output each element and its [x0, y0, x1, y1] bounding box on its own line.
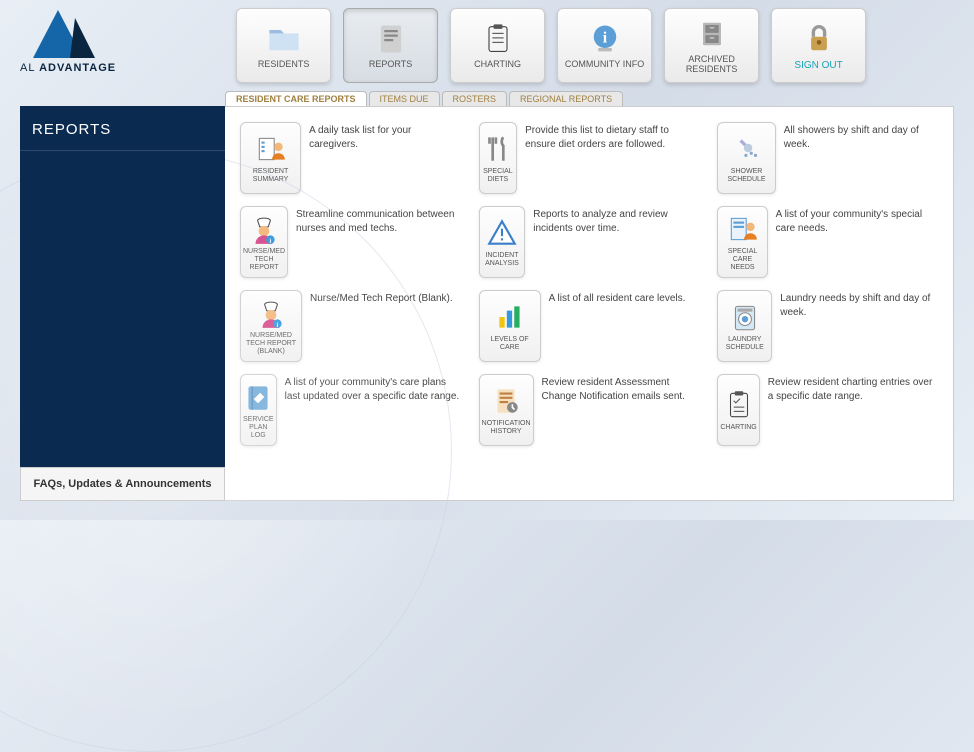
- report-item: SPECIAL CARE NEEDS A list of your commun…: [717, 206, 938, 278]
- panel: RESIDENT SUMMARY A daily task list for y…: [225, 106, 954, 501]
- tile-label: SPECIAL CARE NEEDS: [718, 248, 766, 271]
- logo: AL ADVANTAGE: [20, 8, 116, 74]
- tile-incident-analysis[interactable]: INCIDENT ANALYSIS: [479, 206, 526, 278]
- tile-label: NURSE/MED TECH REPORT: [241, 248, 287, 271]
- nav-archived-residents[interactable]: ARCHIVED RESIDENTS: [664, 8, 759, 83]
- tile-special-care-needs[interactable]: SPECIAL CARE NEEDS: [717, 206, 767, 278]
- tile-service-plan-log[interactable]: SERVICE PLAN LOG: [240, 374, 277, 446]
- report-item: LEVELS OF CARE A list of all resident ca…: [479, 290, 700, 362]
- tile-label: SERVICE PLAN LOG: [241, 416, 276, 439]
- report-desc: A list of your community's special care …: [776, 206, 938, 235]
- tile-levels-of-care[interactable]: LEVELS OF CARE: [479, 290, 541, 362]
- logo-mark-icon: [33, 8, 103, 58]
- report-desc: A list of your community's care plans la…: [285, 374, 461, 403]
- info-icon: i: [586, 21, 624, 57]
- cutlery-icon: [481, 132, 515, 166]
- report-item: INCIDENT ANALYSIS Reports to analyze and…: [479, 206, 700, 278]
- tile-resident-summary[interactable]: RESIDENT SUMMARY: [240, 122, 301, 194]
- report-item: RESIDENT SUMMARY A daily task list for y…: [240, 122, 461, 194]
- lock-icon: [800, 21, 838, 57]
- nav-charting[interactable]: CHARTING: [450, 8, 545, 83]
- nav-label: COMMUNITY INFO: [565, 60, 644, 70]
- nav-sign-out[interactable]: SIGN OUT: [771, 8, 866, 83]
- report-item: LAUNDRY SCHEDULE Laundry needs by shift …: [717, 290, 938, 362]
- report-desc: Review resident Assessment Change Notifi…: [542, 374, 700, 403]
- bar-chart-icon: [493, 300, 527, 334]
- nav-label: CHARTING: [474, 60, 521, 70]
- tile-label: LEVELS OF CARE: [480, 336, 540, 351]
- tile-label: INCIDENT ANALYSIS: [480, 252, 525, 267]
- svg-text:i: i: [269, 238, 271, 245]
- nav-label: RESIDENTS: [258, 60, 310, 70]
- tile-nurse-med-tech-report-blank[interactable]: i NURSE/MED TECH REPORT (BLANK): [240, 290, 302, 362]
- report-desc: Nurse/Med Tech Report (Blank).: [310, 290, 453, 306]
- content: REPORTS FAQs, Updates & Announcements RE…: [20, 106, 954, 501]
- nav-reports[interactable]: REPORTS: [343, 8, 438, 83]
- nav-residents[interactable]: RESIDENTS: [236, 8, 331, 83]
- header: AL ADVANTAGE RESIDENTS REPORTS CHARTING …: [0, 0, 974, 83]
- nav-label: REPORTS: [369, 60, 412, 70]
- tile-nurse-med-tech-report[interactable]: i NURSE/MED TECH REPORT: [240, 206, 288, 278]
- report-item: i NURSE/MED TECH REPORT Streamline commu…: [240, 206, 461, 278]
- nurse-icon: i: [254, 296, 288, 330]
- tile-notification-history[interactable]: NOTIFICATION HISTORY: [479, 374, 534, 446]
- tile-label: SHOWER SCHEDULE: [718, 168, 774, 183]
- tile-label: NOTIFICATION HISTORY: [480, 420, 533, 435]
- notebook-icon: [241, 380, 275, 414]
- tile-shower-schedule[interactable]: SHOWER SCHEDULE: [717, 122, 775, 194]
- clipboard-icon: [479, 21, 517, 57]
- report-item: CHARTING Review resident charting entrie…: [717, 374, 938, 446]
- report-desc: Streamline communication between nurses …: [296, 206, 461, 235]
- tile-special-diets[interactable]: SPECIAL DIETS: [479, 122, 517, 194]
- tile-label: CHARTING: [718, 424, 758, 432]
- sidebar-faqs-link[interactable]: FAQs, Updates & Announcements: [20, 467, 225, 501]
- svg-text:i: i: [602, 29, 607, 46]
- report-desc: All showers by shift and day of week.: [784, 122, 938, 151]
- nav-label: SIGN OUT: [794, 60, 842, 71]
- logo-text: AL ADVANTAGE: [20, 62, 116, 74]
- tile-label: LAUNDRY SCHEDULE: [718, 336, 771, 351]
- report-item: SHOWER SCHEDULE All showers by shift and…: [717, 122, 938, 194]
- tile-label: NURSE/MED TECH REPORT (BLANK): [241, 332, 301, 355]
- nav-label: ARCHIVED RESIDENTS: [665, 55, 758, 75]
- tile-label: SPECIAL DIETS: [480, 168, 516, 183]
- report-item: i NURSE/MED TECH REPORT (BLANK) Nurse/Me…: [240, 290, 461, 362]
- report-desc: A daily task list for your caregivers.: [309, 122, 461, 151]
- document-icon: [372, 21, 410, 57]
- folder-icon: [265, 21, 303, 57]
- clipboard-check-icon: [722, 388, 756, 422]
- tile-laundry-schedule[interactable]: LAUNDRY SCHEDULE: [717, 290, 772, 362]
- resident-summary-icon: [254, 132, 288, 166]
- washer-icon: [728, 300, 762, 334]
- svg-text:i: i: [276, 322, 278, 329]
- nav-community-info[interactable]: i COMMUNITY INFO: [557, 8, 652, 83]
- tab-rosters[interactable]: ROSTERS: [442, 91, 508, 106]
- shower-icon: [730, 132, 764, 166]
- warning-icon: [485, 216, 519, 250]
- report-desc: Laundry needs by shift and day of week.: [780, 290, 938, 319]
- sidebar-title: REPORTS: [20, 106, 225, 151]
- report-desc: Provide this list to dietary staff to en…: [525, 122, 699, 151]
- report-desc: Review resident charting entries over a …: [768, 374, 938, 403]
- file-cabinet-icon: [693, 16, 731, 52]
- history-doc-icon: [489, 384, 523, 418]
- tab-regional-reports[interactable]: REGIONAL REPORTS: [509, 91, 623, 106]
- report-item: SPECIAL DIETS Provide this list to dieta…: [479, 122, 700, 194]
- tile-label: RESIDENT SUMMARY: [241, 168, 300, 183]
- tab-resident-care-reports[interactable]: RESIDENT CARE REPORTS: [225, 91, 367, 106]
- report-item: NOTIFICATION HISTORY Review resident Ass…: [479, 374, 700, 446]
- nurse-icon: i: [247, 212, 281, 246]
- report-desc: Reports to analyze and review incidents …: [533, 206, 699, 235]
- care-list-icon: [726, 212, 760, 246]
- report-grid: RESIDENT SUMMARY A daily task list for y…: [240, 122, 938, 446]
- tabs: RESIDENT CARE REPORTS ITEMS DUE ROSTERS …: [225, 91, 954, 106]
- report-item: SERVICE PLAN LOG A list of your communit…: [240, 374, 461, 446]
- nav: RESIDENTS REPORTS CHARTING i COMMUNITY I…: [148, 8, 954, 83]
- sidebar: REPORTS FAQs, Updates & Announcements: [20, 106, 225, 501]
- tab-items-due[interactable]: ITEMS DUE: [369, 91, 440, 106]
- tile-charting[interactable]: CHARTING: [717, 374, 759, 446]
- report-desc: A list of all resident care levels.: [549, 290, 686, 306]
